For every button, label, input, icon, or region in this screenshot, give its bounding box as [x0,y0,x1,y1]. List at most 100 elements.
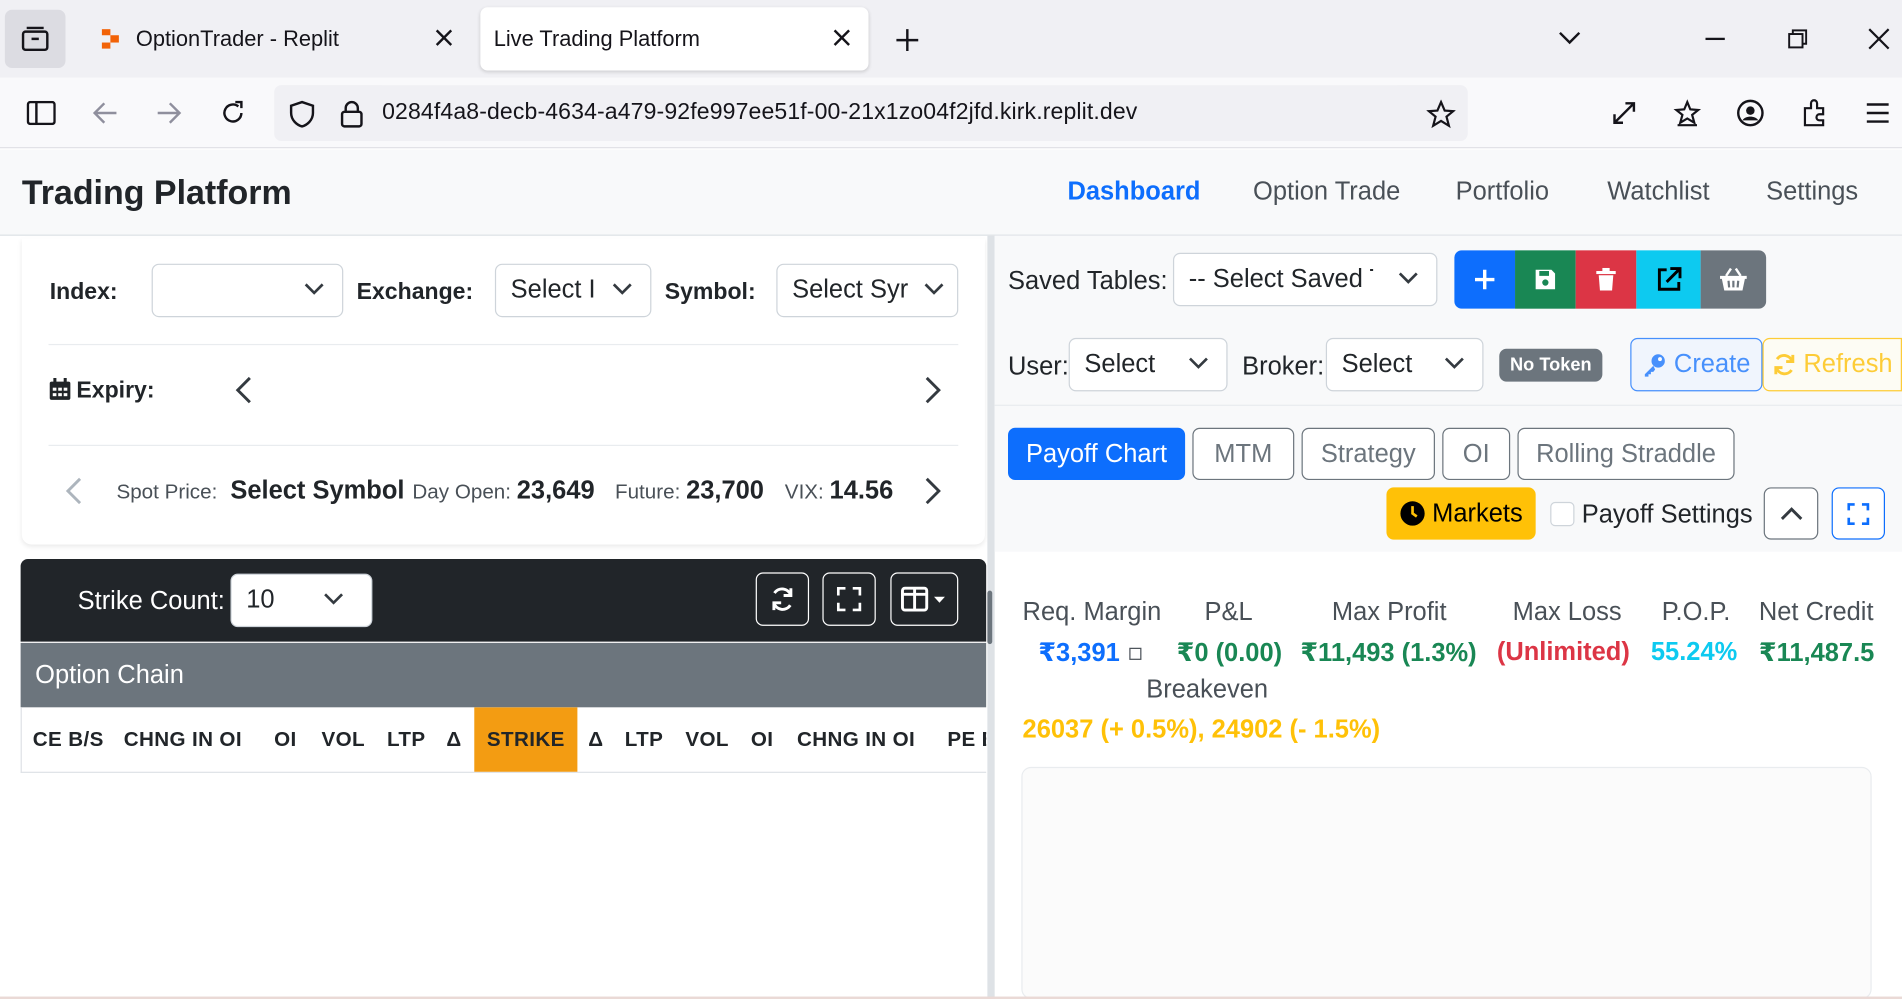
ticker-prev-icon[interactable] [65,476,83,505]
close-tab-icon[interactable] [832,28,851,47]
payoff-chart-area[interactable] [1021,766,1872,999]
col-ce-chng-oi[interactable]: CHNG IN OI [124,707,242,771]
reload-icon[interactable] [220,100,247,127]
col-pe-oi[interactable]: OI [751,707,773,771]
symbol-label: Symbol: [664,279,756,306]
refresh-button[interactable]: Refresh [1762,337,1902,392]
ticker-next-icon[interactable] [924,476,941,505]
expand-icon [1847,502,1870,525]
col-ce-vol[interactable]: VOL [321,707,364,771]
payoff-settings-label[interactable]: Payoff Settings [1582,501,1753,530]
key-icon [1642,352,1666,377]
columns-dropdown-button[interactable] [890,572,959,626]
tab-strategy[interactable]: Strategy [1301,427,1435,481]
tab-oi[interactable]: OI [1442,427,1511,481]
symbol-value: Select Syr [792,275,909,304]
fullscreen-button[interactable] [1831,487,1886,540]
browser-tab-optiontrader[interactable]: OptionTrader - Replit [85,7,471,70]
payoff-settings-checkbox[interactable] [1550,501,1575,527]
req-margin-amount: ₹3,391 [1038,639,1120,668]
create-button[interactable]: Create [1630,337,1763,392]
expiry-next-icon[interactable] [924,376,941,405]
net-credit-label: Net Credit [1758,597,1874,626]
col-ce-delta[interactable]: Δ [446,707,461,771]
spot-price: Spot Price: Select Symbol [116,476,404,505]
chevron-down-icon [303,282,325,297]
nav-watchlist[interactable]: Watchlist [1607,177,1709,206]
nav-portfolio[interactable]: Portfolio [1456,177,1549,206]
nav-dashboard[interactable]: Dashboard [1067,177,1200,206]
nav-settings[interactable]: Settings [1766,177,1858,206]
saved-tables-select[interactable]: -- Select Saved Ta [1172,252,1438,307]
col-strike[interactable]: STRIKE [474,707,578,772]
basket-button[interactable] [1700,250,1767,309]
user-select[interactable]: Select [1068,337,1228,392]
account-icon[interactable] [1736,98,1765,127]
collapse-button[interactable] [1763,487,1819,540]
expiry-prev-icon[interactable] [235,376,252,405]
plus-icon [1475,269,1495,290]
save-table-button[interactable] [1515,250,1576,309]
broker-select[interactable]: Select [1325,337,1484,392]
index-select[interactable] [151,263,344,318]
fullscreen-arrows-icon[interactable] [1611,100,1638,127]
new-tab-icon[interactable] [894,27,921,54]
sidebar-toggle-icon[interactable] [26,100,56,126]
clock-icon [1399,501,1425,527]
col-ce-bs[interactable]: CE B/S [33,707,104,771]
splitter-handle[interactable] [987,590,993,645]
tab-mtm[interactable]: MTM [1192,427,1295,481]
divider [994,404,1902,406]
external-link-icon [1657,267,1681,291]
close-tab-icon[interactable] [434,28,453,47]
col-pe-bs[interactable]: PE B [947,707,986,771]
col-pe-delta[interactable]: Δ [588,707,603,771]
req-margin-label: Req. Margin [1022,597,1162,626]
back-icon[interactable] [92,101,119,125]
tab-rolling-straddle[interactable]: Rolling Straddle [1517,427,1735,481]
tab-payoff-chart[interactable]: Payoff Chart [1008,427,1186,481]
spot-label: Spot Price: [116,480,218,504]
create-label: Create [1673,350,1751,378]
menu-icon[interactable] [1866,102,1890,124]
extensions-icon[interactable] [1801,98,1828,127]
col-pe-vol[interactable]: VOL [685,707,728,771]
markets-button[interactable]: Markets [1386,487,1536,540]
col-ce-oi[interactable]: OI [274,707,296,771]
forward-icon[interactable] [155,101,182,125]
strike-count-value: 10 [246,585,275,614]
symbol-select[interactable]: Select Syr [776,263,959,318]
add-table-button[interactable] [1454,250,1516,309]
lock-icon[interactable] [340,100,364,129]
close-window-icon[interactable] [1868,28,1890,50]
open-table-button[interactable] [1636,250,1701,309]
breakeven-label: Breakeven [1146,675,1269,704]
delete-table-button[interactable] [1575,250,1637,309]
shield-icon[interactable] [289,100,316,129]
strike-count-select[interactable]: 10 [230,573,373,628]
exchange-select[interactable]: Select I [494,263,652,318]
bookmark-star-icon[interactable] [1426,99,1456,129]
max-profit-label: Max Profit [1331,597,1447,626]
refresh-chain-button[interactable] [755,572,810,626]
expand-chain-button[interactable] [822,572,876,626]
tab-overview-icon[interactable] [4,9,66,69]
browser-tab-live-trading[interactable]: Live Trading Platform [480,7,869,71]
restore-icon[interactable] [1788,29,1808,49]
url-text[interactable]: 0284f4a8-decb-4634-a479-92fe997ee51f-00-… [382,100,1137,127]
col-pe-ltp[interactable]: LTP [625,707,664,771]
minimize-icon[interactable] [1705,37,1725,41]
margin-info-icon[interactable] [1129,648,1142,661]
app-brand[interactable]: Trading Platform [22,174,292,213]
nav-option-trade[interactable]: Option Trade [1253,177,1400,206]
vix: VIX: 14.56 [785,476,893,505]
col-ce-ltp[interactable]: LTP [387,707,426,771]
pop-label: P.O.P. [1661,597,1731,626]
tab-list-chevron-icon[interactable] [1557,29,1581,46]
columns-icon [901,586,945,612]
col-pe-chng-oi[interactable]: CHNG IN OI [797,707,915,771]
breakeven-value: 26037 (+ 0.5%), 24902 (- 1.5%) [1022,715,1381,744]
bookmarks-star-icon[interactable] [1673,98,1702,127]
future-label: Future: [614,480,681,504]
day-open: Day Open: 23,649 [412,476,594,505]
